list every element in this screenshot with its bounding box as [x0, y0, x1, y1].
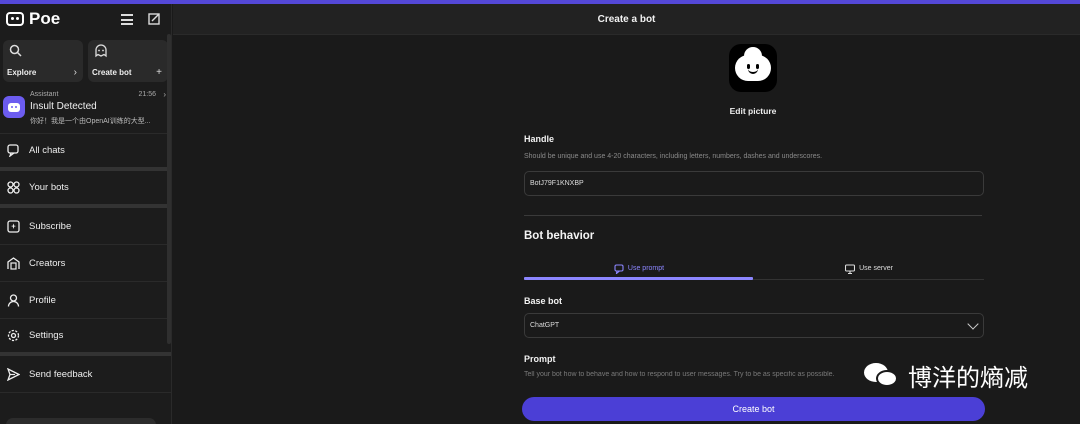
- bots-grid-icon: [6, 181, 20, 195]
- sidebar-item-label: Send feedback: [29, 368, 93, 380]
- chevron-right-icon: ›: [163, 90, 166, 99]
- tab-use-server[interactable]: Use server: [754, 258, 984, 279]
- watermark-text: 博洋的熵减: [908, 364, 1028, 392]
- plus-icon: +: [156, 67, 162, 78]
- cloud-face-icon: [735, 47, 771, 81]
- send-icon: [6, 367, 20, 381]
- creators-icon: [6, 256, 20, 270]
- sidebar-item-creators[interactable]: Creators: [0, 245, 171, 282]
- subscribe-icon: [6, 219, 20, 233]
- gear-icon: [6, 329, 20, 343]
- sidebar-item-all-chats[interactable]: All chats: [0, 134, 171, 171]
- sidebar-item-label: Settings: [29, 330, 64, 341]
- sidebar-item-subscribe[interactable]: Subscribe: [0, 208, 171, 245]
- tab-use-prompt[interactable]: Use prompt: [524, 258, 754, 279]
- bot-picture[interactable]: [729, 44, 777, 92]
- tab-label: Use server: [859, 265, 893, 272]
- bot-behavior-title: Bot behavior: [524, 230, 595, 242]
- sidebar-scrollbar[interactable]: [167, 34, 171, 344]
- handle-input[interactable]: BotJ79F1KNXBP: [524, 171, 984, 196]
- active-tab-indicator: [524, 277, 753, 280]
- create-bot-button[interactable]: Create bot: [522, 397, 985, 421]
- sidebar-item-profile[interactable]: Profile: [0, 282, 171, 319]
- handle-hint: Should be unique and use 4-20 characters…: [524, 153, 823, 160]
- watermark: 博洋的熵减: [862, 358, 1028, 393]
- sidebar-item-your-bots[interactable]: Your bots: [0, 171, 171, 208]
- create-bot-form: Handle Should be unique and use 4-20 cha…: [524, 134, 984, 378]
- sidebar: Poe Explore › Create bot + Assistant Ins…: [0, 4, 172, 424]
- behavior-tabs: Use prompt Use server: [524, 258, 984, 280]
- explore-label: Explore: [7, 68, 37, 77]
- divider: [524, 215, 982, 216]
- sidebar-bottom-button[interactable]: [6, 418, 156, 424]
- create-bot-label: Create bot: [92, 68, 132, 77]
- chevron-down-icon: [967, 318, 979, 330]
- sidebar-item-label: All chats: [29, 145, 65, 156]
- edit-picture-link[interactable]: Edit picture: [693, 106, 813, 116]
- chat-preview: 你好！我是一个由OpenAI训练的大型...: [30, 118, 151, 125]
- chat-time: 21:56: [138, 91, 156, 98]
- sidebar-item-settings[interactable]: Settings: [0, 319, 171, 356]
- chat-title: Insult Detected: [30, 101, 97, 112]
- sidebar-item-send-feedback[interactable]: Send feedback: [0, 356, 171, 393]
- poe-logo-icon: [6, 12, 24, 26]
- base-bot-label: Base bot: [524, 296, 563, 306]
- menu-icon[interactable]: [121, 14, 133, 25]
- sidebar-item-label: Creators: [29, 257, 66, 269]
- prompt-icon: [614, 263, 624, 274]
- prompt-hint: Tell your bot how to behave and how to r…: [524, 371, 835, 378]
- app-name: Poe: [29, 9, 61, 28]
- base-bot-select[interactable]: ChatGPT: [524, 313, 984, 338]
- sidebar-item-label: Profile: [29, 294, 56, 306]
- sidebar-item-label: Subscribe: [29, 220, 72, 232]
- sidebar-item-label: Your bots: [29, 182, 69, 193]
- handle-label: Handle: [524, 134, 555, 144]
- chevron-right-icon: ›: [73, 67, 77, 78]
- new-chat-icon[interactable]: [147, 12, 161, 26]
- profile-icon: [6, 293, 20, 307]
- chat-icon: [6, 144, 20, 158]
- app-logo[interactable]: Poe: [6, 9, 60, 29]
- explore-button[interactable]: Explore ›: [3, 40, 83, 82]
- assistant-avatar: [3, 96, 25, 118]
- sidebar-header: Poe: [0, 4, 171, 34]
- bot-add-icon: [94, 44, 162, 60]
- wechat-icon: [862, 361, 902, 391]
- search-icon: [9, 44, 77, 60]
- monitor-icon: [845, 263, 856, 274]
- tab-label: Use prompt: [627, 265, 665, 272]
- base-bot-value: ChatGPT: [530, 322, 560, 329]
- page-title: Create a bot: [173, 4, 1080, 35]
- create-bot-sidebar-button[interactable]: Create bot +: [88, 40, 168, 82]
- recent-chat-item[interactable]: Assistant Insult Detected 你好！我是一个由OpenAI…: [0, 88, 171, 134]
